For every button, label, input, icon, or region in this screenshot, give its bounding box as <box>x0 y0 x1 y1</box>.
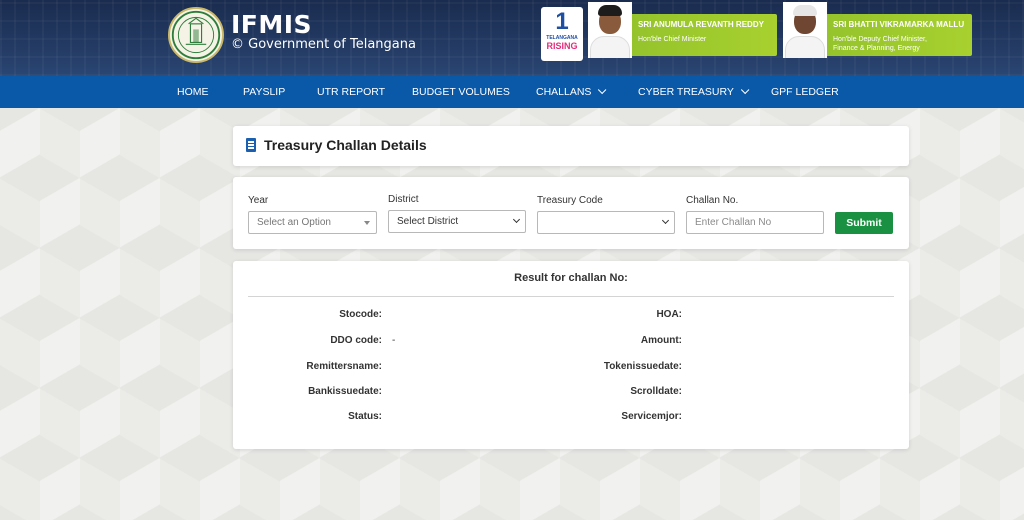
status-label: Status: <box>348 411 382 422</box>
amount-label: Amount: <box>640 335 682 346</box>
ddo-code-value: - <box>392 335 396 346</box>
page-title: Treasury Challan Details <box>264 137 427 153</box>
district-select[interactable]: Select District <box>388 210 526 233</box>
hoa-label: HOA: <box>656 309 682 320</box>
nav-challans[interactable]: CHALLANS <box>536 76 607 108</box>
nav-home[interactable]: HOME <box>177 76 209 108</box>
servicemjor-label: Servicemjor: <box>621 411 682 422</box>
app-title: IFMIS <box>231 10 313 39</box>
caret-down-icon <box>364 221 370 225</box>
submit-button[interactable]: Submit <box>835 212 893 234</box>
bankissuedate-label: Bankissuedate: <box>308 386 382 397</box>
remittersname-label: Remittersname: <box>306 361 382 372</box>
deputy-chief-minister-banner: SRI BHATTI VIKRAMARKA MALLU Hon'ble Depu… <box>783 2 972 58</box>
telangana-emblem-logo <box>168 7 224 63</box>
tokenissuedate-label: Tokenissuedate: <box>603 361 682 372</box>
nav-utr-report[interactable]: UTR REPORT <box>317 76 385 108</box>
document-icon <box>246 138 256 152</box>
treasury-code-select[interactable] <box>537 211 675 234</box>
nav-payslip[interactable]: PAYSLIP <box>243 76 285 108</box>
year-select[interactable]: Select an Option <box>248 211 377 234</box>
main-nav: HOME PAYSLIP UTR REPORT BUDGET VOLUMES C… <box>0 76 1024 108</box>
chevron-down-icon <box>740 85 750 95</box>
chevron-down-icon <box>512 215 521 224</box>
chevron-down-icon <box>598 85 607 95</box>
district-label: District <box>388 194 419 205</box>
leader-role: Hon'ble Deputy Chief Minister, Finance &… <box>833 36 927 52</box>
page-title-card: Treasury Challan Details <box>233 126 909 166</box>
chevron-down-icon <box>661 216 670 225</box>
scrolldate-label: Scrolldate: <box>630 386 682 397</box>
nav-cyber-treasury[interactable]: CYBER TREASURY <box>638 76 750 108</box>
leader-role: Hon'ble Chief Minister <box>638 36 707 43</box>
challan-no-input[interactable]: Enter Challan No <box>686 211 824 234</box>
year-label: Year <box>248 195 269 206</box>
telangana-rising-logo: 1 TELANGANA RISING <box>541 7 583 61</box>
site-header: IFMIS © Government of Telangana 1 TELANG… <box>0 0 1024 76</box>
leader-name: SRI ANUMULA REVANTH REDDY <box>638 20 764 29</box>
app-subtitle: © Government of Telangana <box>231 37 416 52</box>
challan-result-card: Result for challan No: Stocode: DDO code… <box>233 261 909 449</box>
deputy-chief-minister-photo <box>783 2 827 58</box>
ddo-code-label: DDO code: <box>330 335 382 346</box>
result-title: Result for challan No: <box>514 272 628 284</box>
divider <box>248 296 894 297</box>
challan-no-label: Challan No. <box>686 195 739 206</box>
chief-minister-banner: SRI ANUMULA REVANTH REDDY Hon'ble Chief … <box>588 2 777 58</box>
nav-gpf-ledger[interactable]: GPF LEDGER <box>771 76 839 108</box>
nav-budget-volumes[interactable]: BUDGET VOLUMES <box>412 76 510 108</box>
leader-name: SRI BHATTI VIKRAMARKA MALLU <box>833 20 965 29</box>
stocode-label: Stocode: <box>339 309 382 320</box>
search-form: Year Select an Option District Select Di… <box>233 177 909 249</box>
treasury-code-label: Treasury Code <box>537 195 603 206</box>
chief-minister-photo <box>588 2 632 58</box>
